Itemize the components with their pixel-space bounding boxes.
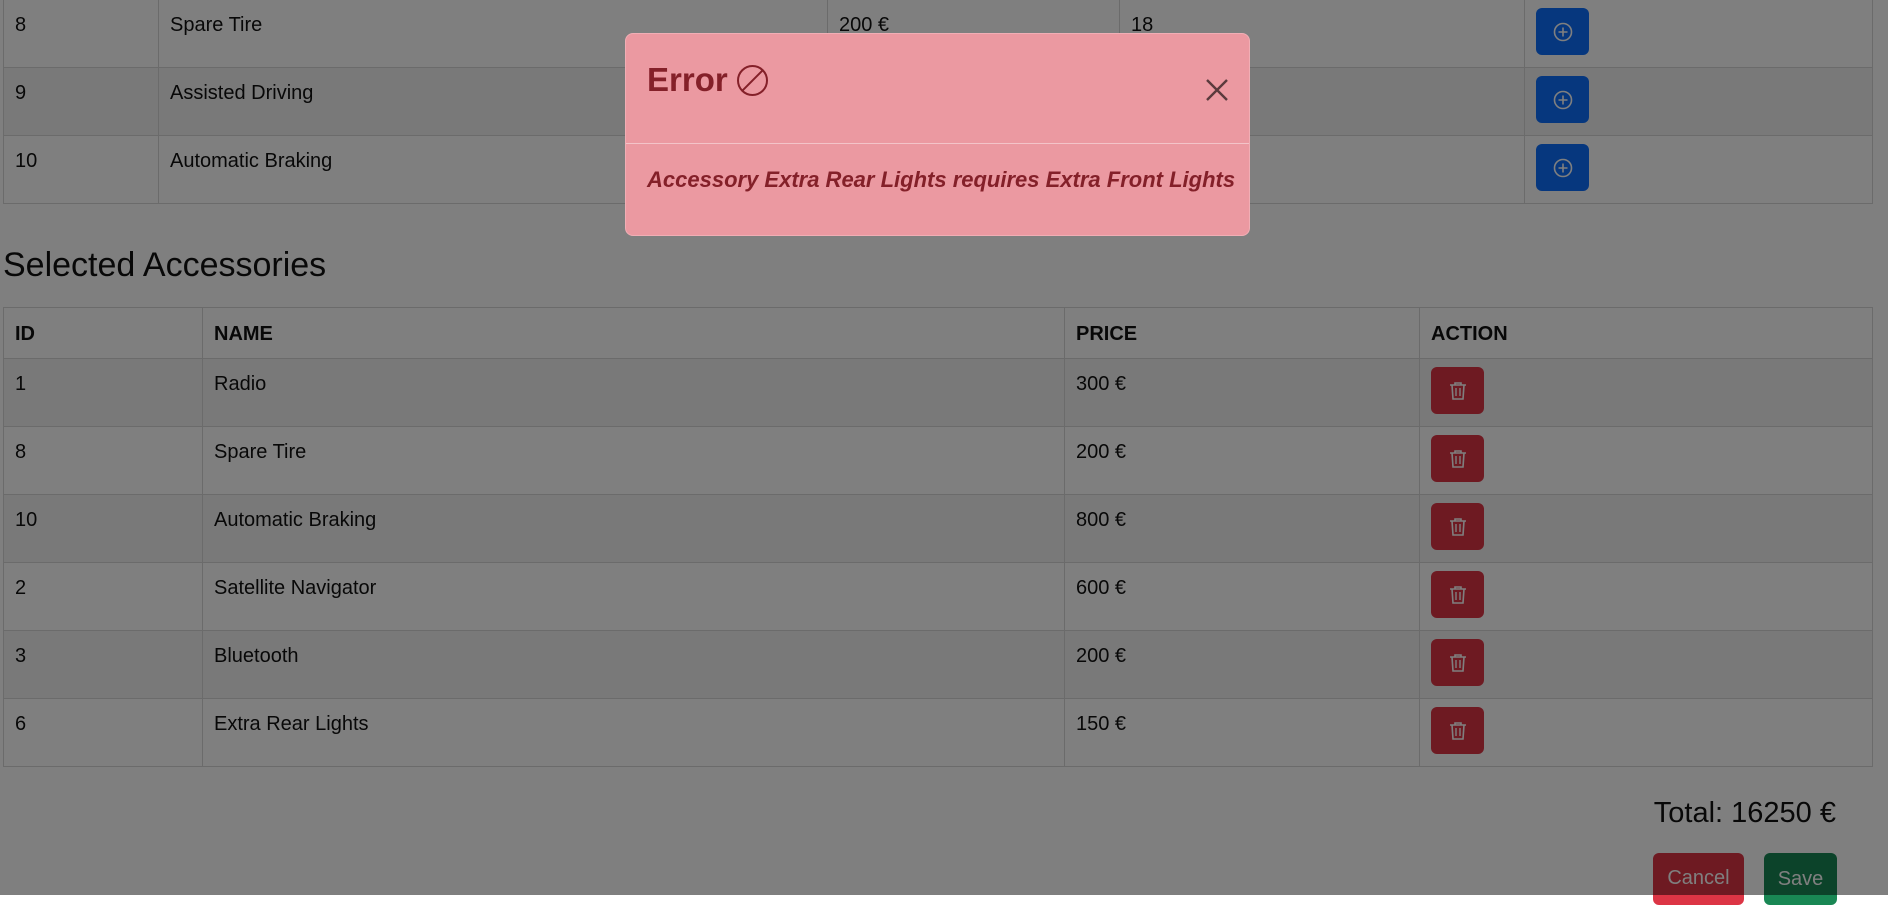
close-button[interactable] [1203, 76, 1231, 104]
close-icon [1206, 79, 1228, 101]
error-modal: Error Accessory Extra Rear Lights requir… [625, 33, 1250, 236]
ban-icon [736, 64, 768, 96]
modal-title: Error [647, 61, 769, 99]
modal-message: Accessory Extra Rear Lights requires Ext… [647, 167, 1236, 192]
modal-title-text: Error [647, 61, 728, 98]
modal-header: Error [626, 34, 1249, 144]
